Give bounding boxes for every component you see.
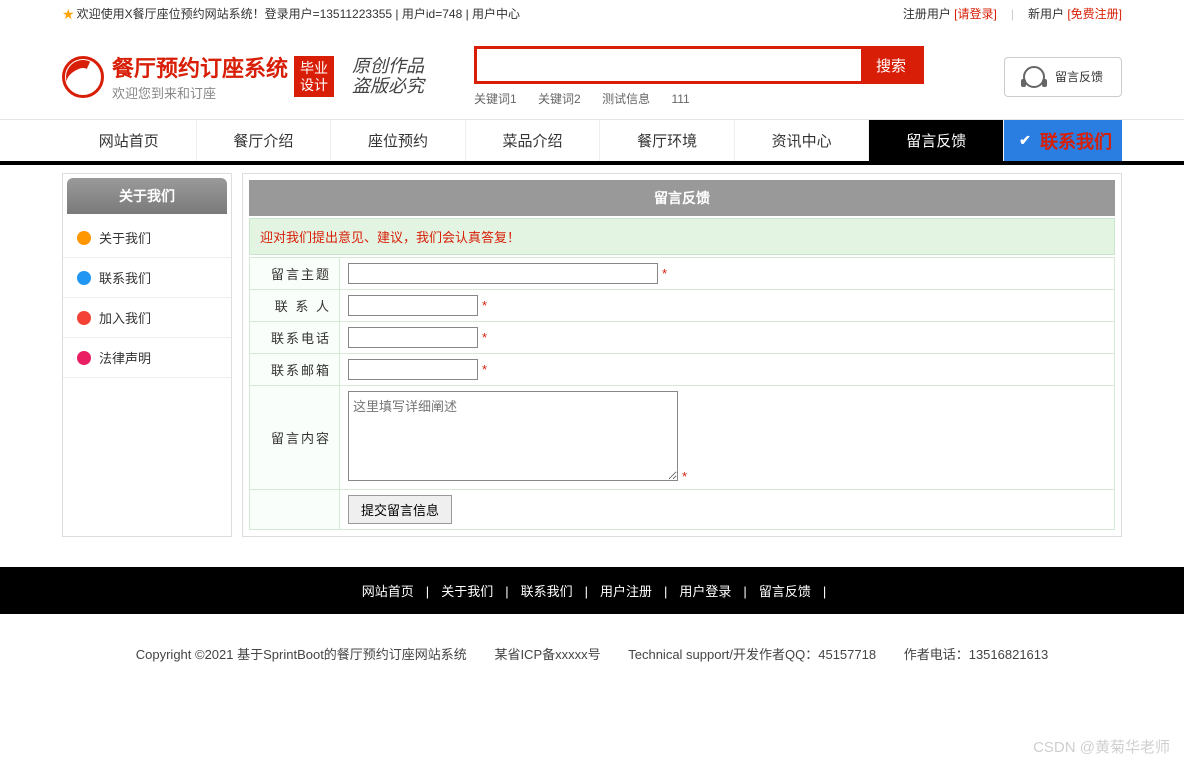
free-register-link[interactable]: [免费注册] (1067, 7, 1122, 21)
label-phone: 联系电话 (250, 322, 340, 354)
panel-title: 留言反馈 (249, 180, 1115, 216)
label-name: 联 系 人 (250, 290, 340, 322)
textarea-content[interactable] (348, 391, 678, 481)
calligraphy: 原创作品 盗版必究 (352, 57, 424, 97)
sidebar-icon (77, 351, 91, 365)
input-name[interactable] (348, 295, 478, 316)
label-content: 留言内容 (250, 386, 340, 490)
sidebar-item[interactable]: 关于我们 (63, 218, 231, 258)
welcome-text[interactable]: 欢迎使用X餐厅座位预约网站系统！登录用户=13511223355 | 用户id=… (77, 0, 520, 28)
input-phone[interactable] (348, 327, 478, 348)
nav-item[interactable]: 网站首页 (62, 120, 197, 161)
footer-link[interactable]: 留言反馈 (759, 584, 811, 599)
sidebar-item[interactable]: 法律声明 (63, 338, 231, 378)
nav-item[interactable]: 餐厅环境 (600, 120, 735, 161)
label-subject: 留言主题 (250, 258, 340, 290)
check-icon: ✔ (1014, 130, 1036, 152)
footer-link[interactable]: 联系我们 (521, 584, 573, 599)
sidebar-icon (77, 271, 91, 285)
sidebar-item[interactable]: 加入我们 (63, 298, 231, 338)
footer-link[interactable]: 关于我们 (441, 584, 493, 599)
site-subtitle: 欢迎您到来和订座 (112, 83, 288, 102)
required-icon: * (482, 298, 487, 313)
required-icon: * (482, 362, 487, 377)
site-title: 餐厅预约订座系统 (112, 51, 288, 83)
nav-contact[interactable]: ✔联系我们 (1004, 120, 1122, 161)
sidebar: 关于我们 关于我们联系我们加入我们法律声明 (62, 173, 232, 537)
headset-icon (1023, 66, 1045, 88)
register-label: 注册用户 (903, 7, 951, 21)
footer-nav: 网站首页|关于我们|联系我们|用户注册|用户登录|留言反馈| (0, 567, 1184, 614)
nav-item[interactable]: 餐厅介绍 (197, 120, 332, 161)
footer-link[interactable]: 用户注册 (600, 584, 652, 599)
nav-item[interactable]: 菜品介绍 (466, 120, 601, 161)
search-input[interactable] (477, 49, 861, 81)
label-email: 联系邮箱 (250, 354, 340, 386)
feedback-button[interactable]: 留言反馈 (1004, 57, 1122, 97)
submit-button[interactable]: 提交留言信息 (348, 495, 452, 524)
search-keywords: 关键词1 关键词2 测试信息 111 (474, 90, 984, 107)
footer-link[interactable]: 网站首页 (362, 584, 414, 599)
login-link[interactable]: [请登录] (954, 7, 997, 21)
required-icon: * (662, 266, 667, 281)
star-icon: ★ (62, 0, 75, 28)
main-panel: 留言反馈 迎对我们提出意见、建议，我们会认真答复！ 留言主题 * 联 系 人 *… (242, 173, 1122, 537)
copyright: Copyright ©2021 基于SprintBoot的餐厅预约订座网站系统 … (0, 614, 1184, 693)
watermark: CSDN @黄菊华老师 (1033, 736, 1170, 757)
sidebar-icon (77, 231, 91, 245)
required-icon: * (682, 469, 687, 484)
nav-item[interactable]: 资讯中心 (735, 120, 870, 161)
sidebar-title: 关于我们 (67, 178, 227, 214)
required-icon: * (482, 330, 487, 345)
new-user-label: 新用户 (1028, 7, 1064, 21)
notice: 迎对我们提出意见、建议，我们会认真答复！ (249, 218, 1115, 255)
footer-link[interactable]: 用户登录 (679, 584, 731, 599)
logo-icon (62, 56, 104, 98)
badge: 毕业 设计 (294, 56, 334, 98)
sidebar-icon (77, 311, 91, 325)
nav-item[interactable]: 座位预约 (331, 120, 466, 161)
input-subject[interactable] (348, 263, 658, 284)
nav-item[interactable]: 留言反馈 (869, 120, 1004, 161)
sidebar-item[interactable]: 联系我们 (63, 258, 231, 298)
logo[interactable]: 餐厅预约订座系统 欢迎您到来和订座 毕业 设计 原创作品 盗版必究 (62, 51, 424, 102)
input-email[interactable] (348, 359, 478, 380)
search-button[interactable]: 搜索 (861, 49, 921, 81)
